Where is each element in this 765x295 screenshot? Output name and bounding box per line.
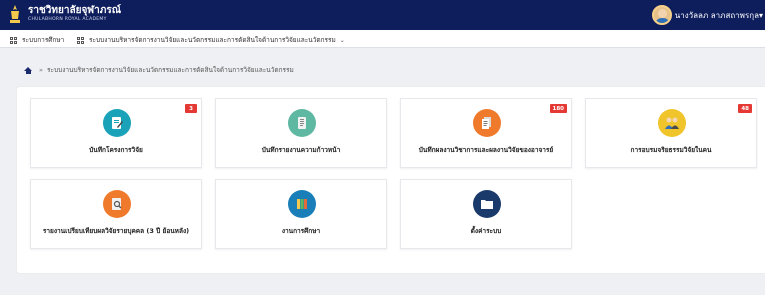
count-badge: 180 bbox=[549, 104, 567, 113]
count-badge: 48 bbox=[738, 104, 752, 113]
user-menu[interactable]: นางวัลลภ ลาภสถาพรกุล ▾ bbox=[651, 5, 763, 25]
chevron-down-icon: ⌄ bbox=[339, 36, 345, 44]
card-label: บันทึกโครงการวิจัย bbox=[89, 146, 143, 154]
grid-icon bbox=[77, 36, 85, 44]
caret-down-icon: ▾ bbox=[758, 10, 763, 20]
card-label: การอบรมจริยธรรมวิจัยในคน bbox=[630, 146, 712, 154]
menu-item-label: ระบบงานบริหารจัดการงานวิจัยและนวัตกรรมแล… bbox=[89, 36, 336, 44]
edit-document-icon bbox=[103, 109, 131, 137]
home-icon[interactable] bbox=[24, 66, 32, 74]
breadcrumb-current: ระบบงานบริหารจัดการงานวิจัยและนวัตกรรมแล… bbox=[46, 66, 294, 74]
grid-icon bbox=[10, 36, 18, 44]
dashboard-panel: 3 บันทึกโครงการวิจัย บันทึกรายงานความก้า… bbox=[17, 87, 765, 273]
card-research-project[interactable]: 3 บันทึกโครงการวิจัย bbox=[30, 98, 202, 168]
card-human-research-ethics[interactable]: 48 การอบรมจริยธรรมวิจัยในคน bbox=[585, 98, 757, 168]
card-progress-report[interactable]: บันทึกรายงานความก้าวหน้า bbox=[215, 98, 387, 168]
folder-icon bbox=[473, 190, 501, 218]
papers-icon bbox=[473, 109, 501, 137]
report-icon bbox=[288, 109, 316, 137]
card-education-work[interactable]: งานการศึกษา bbox=[215, 179, 387, 249]
card-label: บันทึกผลงานวิชาการและผลงานวิจัยของอาจารย… bbox=[418, 146, 554, 154]
user-name: นางวัลลภ ลาภสถาพรกุล bbox=[674, 10, 759, 20]
brand-subtitle: CHULABHORN ROYAL ACADEMY bbox=[28, 16, 107, 22]
card-academic-works[interactable]: 180 บันทึกผลงานวิชาการและผลงานวิจัยของอา… bbox=[400, 98, 572, 168]
menu-item-education-system[interactable]: ระบบการศึกษา bbox=[10, 35, 64, 45]
breadcrumb-separator: » bbox=[39, 66, 43, 74]
academy-emblem-icon bbox=[10, 5, 20, 23]
card-label: ตั้งค่าระบบ bbox=[470, 227, 502, 235]
card-label: งานการศึกษา bbox=[281, 227, 321, 235]
avatar bbox=[651, 5, 672, 25]
brand-title: ราชวิทยาลัยจุฬาภรณ์ bbox=[28, 4, 121, 16]
count-badge: 3 bbox=[185, 104, 197, 113]
books-icon bbox=[288, 190, 316, 218]
menu-item-research-management[interactable]: ระบบงานบริหารจัดการงานวิจัยและนวัตกรรมแล… bbox=[77, 35, 345, 45]
card-system-settings[interactable]: ตั้งค่าระบบ bbox=[400, 179, 572, 249]
people-icon bbox=[658, 109, 686, 137]
top-navigation-bar: ราชวิทยาลัยจุฬาภรณ์ CHULABHORN ROYAL ACA… bbox=[0, 0, 765, 30]
brand-logo[interactable]: ราชวิทยาลัยจุฬาภรณ์ CHULABHORN ROYAL ACA… bbox=[8, 4, 121, 24]
card-label: บันทึกรายงานความก้าวหน้า bbox=[261, 146, 341, 154]
breadcrumb: » ระบบงานบริหารจัดการงานวิจัยและนวัตกรรม… bbox=[24, 65, 294, 75]
module-menu-bar: ระบบการศึกษา ระบบงานบริหารจัดการงานวิจัย… bbox=[0, 30, 765, 48]
search-document-icon bbox=[103, 190, 131, 218]
menu-item-label: ระบบการศึกษา bbox=[22, 36, 65, 44]
card-research-comparison-report[interactable]: รายงานเปรียบเทียบผลวิจัยรายบุคคล (3 ปี ย… bbox=[30, 179, 202, 249]
card-label: รายงานเปรียบเทียบผลวิจัยรายบุคคล (3 ปี ย… bbox=[42, 227, 190, 235]
